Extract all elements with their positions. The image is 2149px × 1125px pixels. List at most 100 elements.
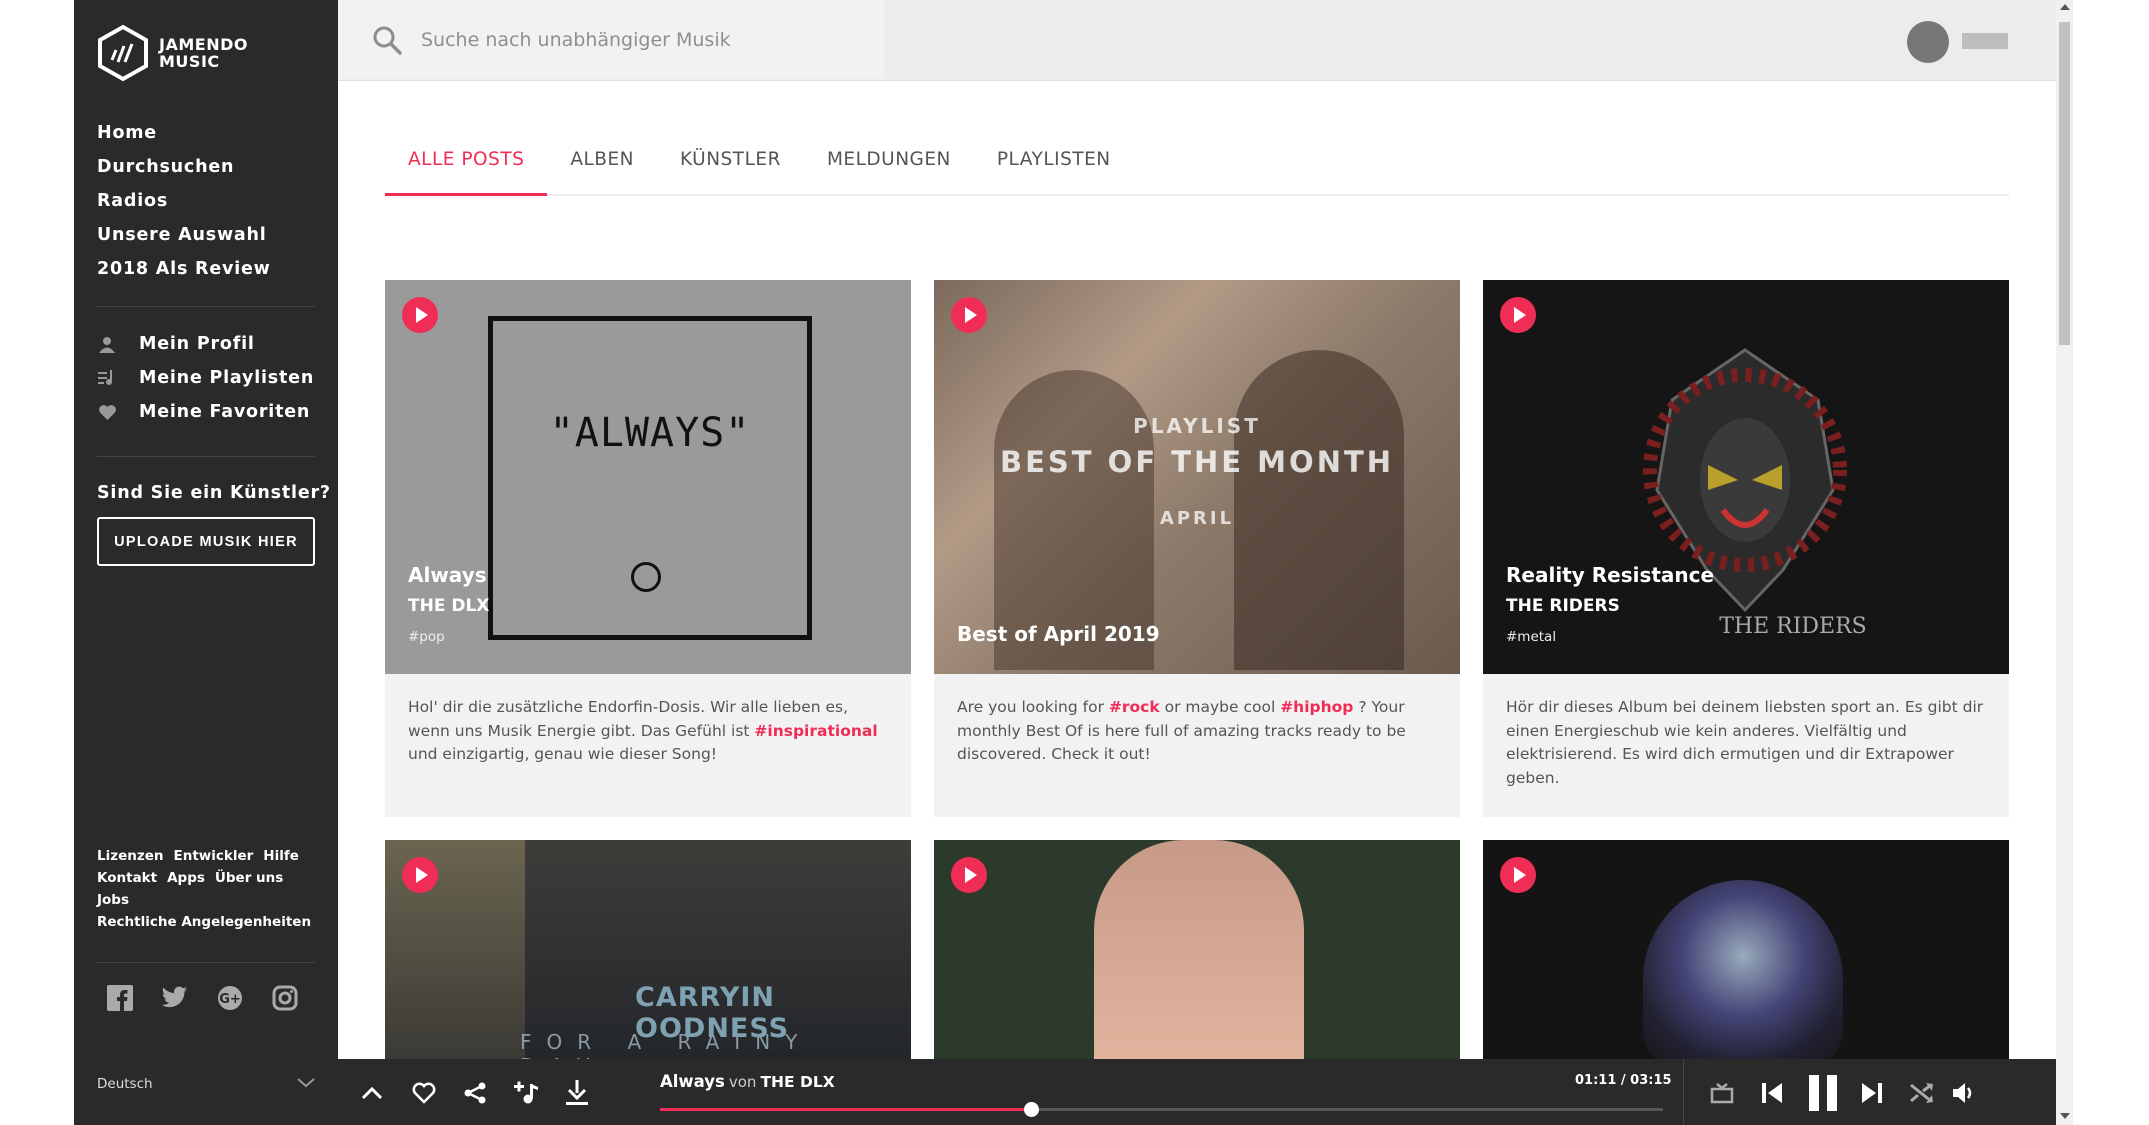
hashtag-link[interactable]: #rock — [1109, 698, 1160, 716]
scroll-down-arrow[interactable] — [2060, 1113, 2070, 1119]
download-button[interactable] — [563, 1079, 591, 1107]
nav-browse[interactable]: Durchsuchen — [97, 150, 271, 184]
post-card[interactable]: THE RIDERS Reality Resistance THE RIDERS… — [1483, 280, 2009, 817]
download-icon — [566, 1080, 588, 1105]
user-icon — [97, 335, 117, 353]
post-card[interactable] — [1483, 840, 2009, 1070]
card-tag[interactable]: #metal — [1506, 629, 1556, 645]
expand-player-button[interactable] — [358, 1079, 386, 1107]
scroll-up-arrow[interactable] — [2060, 4, 2070, 10]
social-links: G+ — [107, 985, 327, 1015]
nav-my-playlists-label: Meine Playlisten — [139, 368, 315, 388]
footer-link-licenses[interactable]: Lizenzen — [97, 848, 163, 864]
next-button[interactable] — [1858, 1079, 1886, 1107]
footer-link-help[interactable]: Hilfe — [263, 848, 299, 864]
hair-image — [1094, 840, 1304, 1060]
progress-fill — [660, 1108, 1032, 1111]
avatar[interactable] — [1907, 21, 1949, 63]
footer-link-contact[interactable]: Kontakt — [97, 870, 157, 886]
logo-text: JAMENDO MUSIC — [159, 36, 248, 70]
instagram-icon[interactable] — [272, 985, 302, 1015]
nav-my-favorites[interactable]: Meine Favoriten — [97, 395, 314, 429]
card-cover[interactable]: PLAYLIST BEST OF THE MONTH APRIL Best of… — [934, 280, 1460, 674]
add-playlist-icon — [514, 1081, 538, 1104]
nav-radios[interactable]: Radios — [97, 184, 271, 218]
footer-link-apps[interactable]: Apps — [167, 870, 205, 886]
scroll-thumb[interactable] — [2059, 22, 2070, 345]
track-title[interactable]: Always — [660, 1072, 725, 1091]
page-scrollbar[interactable] — [2056, 0, 2073, 1125]
play-button[interactable] — [1500, 857, 1536, 893]
tab-playlists[interactable]: PLAYLISTEN — [974, 135, 1134, 196]
nav-my-playlists[interactable]: Meine Playlisten — [97, 361, 314, 395]
language-select[interactable]: Deutsch — [97, 1076, 315, 1092]
footer-link-jobs[interactable]: Jobs — [97, 892, 129, 908]
search-input[interactable] — [421, 28, 861, 51]
hashtag-link[interactable]: #hiphop — [1280, 698, 1353, 716]
divider — [97, 306, 315, 307]
facebook-icon[interactable] — [107, 985, 137, 1015]
hashtag-link[interactable]: #inspirational — [754, 722, 877, 740]
card-cover[interactable]: "ALWAYS" Always THE DLX #pop — [385, 280, 911, 674]
card-artist[interactable]: THE DLX — [408, 596, 489, 616]
tab-news[interactable]: MELDUNGEN — [804, 135, 974, 196]
shuffle-button[interactable] — [1908, 1079, 1936, 1107]
post-card[interactable] — [934, 840, 1460, 1060]
footer-link-legal[interactable]: Rechtliche Angelegenheiten — [97, 914, 311, 930]
upload-music-button[interactable]: UPLOADE MUSIK HIER — [97, 517, 315, 566]
divider — [97, 456, 315, 457]
post-card[interactable]: CARRYIN OODNESS FOR A RAINY DAY — [385, 840, 911, 1078]
play-button[interactable] — [402, 297, 438, 333]
nav-review-2018[interactable]: 2018 Als Review — [97, 252, 271, 286]
heart-outline-icon — [412, 1082, 436, 1104]
track-time: 01:11 / 03:15 — [1575, 1073, 1672, 1088]
tab-artists[interactable]: KÜNSTLER — [657, 135, 804, 196]
card-artist[interactable]: THE RIDERS — [1506, 596, 1620, 616]
chevron-down-icon — [297, 1076, 315, 1092]
nav-my-profile[interactable]: Mein Profil — [97, 327, 314, 361]
track-artist[interactable]: THE DLX — [760, 1073, 834, 1091]
language-label: Deutsch — [97, 1076, 153, 1092]
playlist-icon — [97, 369, 117, 387]
artist-question: Sind Sie ein Künstler? — [97, 483, 331, 503]
tab-all-posts[interactable]: ALLE POSTS — [385, 135, 548, 196]
cover-title: BEST OF THE MONTH — [999, 445, 1395, 479]
desc-text: Are you looking for — [957, 698, 1109, 716]
search-icon — [373, 26, 402, 55]
previous-button[interactable] — [1758, 1079, 1786, 1107]
skip-previous-icon — [1762, 1083, 1782, 1103]
nav-selection[interactable]: Unsere Auswahl — [97, 218, 271, 252]
desc-text: und einzigartig, genau wie dieser Song! — [408, 745, 717, 763]
main-nav: Home Durchsuchen Radios Unsere Auswahl 2… — [97, 116, 271, 286]
queue-button[interactable] — [1708, 1079, 1736, 1107]
logo-line-2: MUSIC — [159, 52, 220, 71]
post-card[interactable]: "ALWAYS" Always THE DLX #pop Hol' dir di… — [385, 280, 911, 817]
shuffle-icon — [1910, 1083, 1933, 1103]
google-plus-icon[interactable]: G+ — [217, 985, 247, 1015]
now-playing: Always von THE DLX — [660, 1072, 835, 1091]
progress-handle[interactable] — [1024, 1102, 1040, 1117]
track-by: von — [728, 1073, 757, 1091]
queue-icon — [1710, 1083, 1734, 1104]
play-button[interactable] — [1500, 297, 1536, 333]
tab-albums[interactable]: ALBEN — [547, 135, 657, 196]
footer-link-developers[interactable]: Entwickler — [173, 848, 253, 864]
play-button[interactable] — [951, 857, 987, 893]
share-button[interactable] — [461, 1079, 489, 1107]
nav-my-profile-label: Mein Profil — [139, 334, 255, 354]
twitter-icon[interactable] — [161, 985, 192, 1015]
user-menu[interactable] — [1962, 33, 2008, 49]
card-cover[interactable]: THE RIDERS Reality Resistance THE RIDERS… — [1483, 280, 2009, 674]
nav-home[interactable]: Home — [97, 116, 271, 150]
volume-button[interactable] — [1950, 1079, 1978, 1107]
post-card[interactable]: PLAYLIST BEST OF THE MONTH APRIL Best of… — [934, 280, 1460, 817]
pause-button[interactable] — [1804, 1074, 1842, 1112]
favorite-button[interactable] — [410, 1079, 438, 1107]
progress-bar[interactable] — [660, 1102, 1663, 1117]
footer-link-about[interactable]: Über uns — [215, 870, 283, 886]
logo[interactable]: JAMENDO MUSIC — [97, 24, 248, 82]
card-tag[interactable]: #pop — [408, 629, 445, 645]
play-button[interactable] — [951, 297, 987, 333]
play-button[interactable] — [402, 857, 438, 893]
add-to-playlist-button[interactable] — [512, 1079, 540, 1107]
